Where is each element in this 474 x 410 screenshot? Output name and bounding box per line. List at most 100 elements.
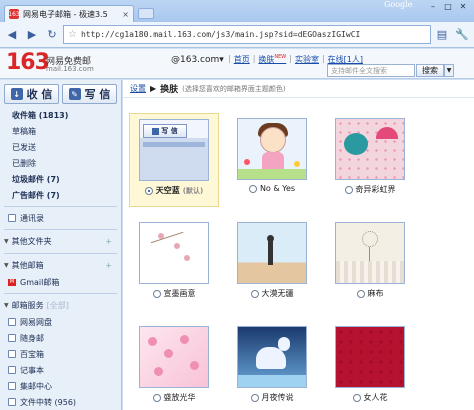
- skin-radio-row[interactable]: 月夜传说: [250, 392, 294, 403]
- compose-button[interactable]: ✎ 写 信: [62, 84, 117, 104]
- folder-drafts[interactable]: 草稿箱: [0, 123, 121, 139]
- skin-option[interactable]: 女人花: [325, 321, 415, 410]
- skin-radio-row[interactable]: 大漠无疆: [250, 288, 294, 299]
- skin-option[interactable]: No & Yes: [227, 113, 317, 207]
- close-window-icon[interactable]: ✕: [456, 1, 470, 12]
- folder-deleted[interactable]: 已删除: [0, 155, 121, 171]
- skin-radio-row[interactable]: 女人花: [352, 392, 388, 403]
- tab-close-icon[interactable]: ×: [122, 10, 129, 19]
- service-stamps[interactable]: 集邮中心: [0, 378, 121, 394]
- link-skin[interactable]: 换肤NEW: [258, 54, 286, 65]
- window-controls: – □ ✕: [426, 1, 470, 12]
- folder-spam[interactable]: 垃圾邮件 (7): [0, 171, 121, 187]
- skin-option[interactable]: 盛放光华: [129, 321, 219, 410]
- new-tab-button[interactable]: [138, 8, 154, 19]
- search-button[interactable]: 搜索: [416, 64, 444, 77]
- skin-radio[interactable]: [356, 289, 365, 298]
- skin-radio[interactable]: [250, 289, 259, 298]
- address-bar[interactable]: ☆ http://cg1a180.mail.163.com/js3/main.j…: [63, 25, 431, 44]
- browser-tab[interactable]: 163 网易电子邮箱 - 极速3.5 ×: [4, 5, 134, 22]
- collapse-icon[interactable]: ▼: [4, 262, 9, 269]
- skin-radio[interactable]: [250, 393, 259, 402]
- service-netdisk[interactable]: 网易网盘: [0, 314, 121, 330]
- skin-thumbnail[interactable]: [335, 118, 405, 180]
- art-figure: [268, 239, 273, 265]
- skin-radio[interactable]: [152, 289, 161, 298]
- service-treasure[interactable]: 百宝箱: [0, 346, 121, 362]
- skin-radio-row[interactable]: 盛放光华: [152, 392, 196, 403]
- maximize-icon[interactable]: □: [441, 1, 455, 12]
- browser-titlebar: 163 网易电子邮箱 - 极速3.5 × Google – □ ✕: [0, 0, 474, 22]
- skin-thumbnail[interactable]: 写 信: [139, 119, 209, 181]
- address-url[interactable]: http://cg1a180.mail.163.com/js3/main.jsp…: [81, 30, 426, 39]
- link-lab[interactable]: 实验室: [295, 54, 319, 65]
- skin-radio[interactable]: [144, 186, 153, 195]
- skin-grid: 写 信 天空蓝 (默认) No & Yes 奇异彩虹界 宣墨画意 大漠无疆 麻布…: [129, 113, 464, 410]
- service-notes[interactable]: 记事本: [0, 362, 121, 378]
- gmail-icon: M: [8, 278, 16, 286]
- forward-icon[interactable]: ▶: [23, 26, 41, 44]
- add-folder-icon[interactable]: +: [105, 237, 115, 246]
- folder-ads[interactable]: 广告邮件 (7): [0, 187, 121, 203]
- folder-inbox[interactable]: 收件箱 (1813): [0, 107, 121, 123]
- breadcrumb-settings[interactable]: 设置: [130, 83, 146, 94]
- skin-option[interactable]: 麻布: [325, 217, 415, 311]
- skin-radio-row[interactable]: 宣墨画意: [152, 288, 196, 299]
- tools-menu-icon[interactable]: 🔧: [453, 26, 471, 44]
- service-transfer[interactable]: 文件中转 (956): [0, 394, 121, 410]
- search-input[interactable]: 支持邮件全文搜索: [327, 64, 415, 77]
- services-all-link[interactable]: [全部]: [47, 300, 115, 311]
- skin-radio[interactable]: [344, 185, 353, 194]
- skin-thumbnail[interactable]: [335, 326, 405, 388]
- link-skin-label[interactable]: 换肤: [258, 55, 274, 64]
- skin-radio-row[interactable]: 奇异彩虹界: [344, 184, 396, 195]
- divider: [4, 229, 117, 230]
- skin-option[interactable]: 宣墨画意: [129, 217, 219, 311]
- skin-thumbnail[interactable]: [237, 222, 307, 284]
- tab-title: 网易电子邮箱 - 极速3.5: [23, 9, 108, 19]
- skin-radio-row[interactable]: 天空蓝 (默认): [144, 185, 203, 196]
- search-options-icon[interactable]: ▼: [444, 64, 454, 77]
- art-dandelion: [362, 231, 378, 247]
- collapse-icon[interactable]: ▼: [4, 302, 9, 309]
- art-blossom: [164, 349, 173, 358]
- skin-option[interactable]: 大漠无疆: [227, 217, 317, 311]
- skin-option[interactable]: 写 信 天空蓝 (默认): [129, 113, 219, 207]
- skin-thumbnail[interactable]: [237, 326, 307, 388]
- add-mailbox-icon[interactable]: +: [105, 261, 115, 270]
- back-icon[interactable]: ◀: [3, 26, 21, 44]
- skin-radio[interactable]: [352, 393, 361, 402]
- breadcrumb: 设置 ▶ 换肤 (选择您喜欢的邮箱界面主题颜色): [123, 80, 474, 98]
- service-mobile[interactable]: 随身邮: [0, 330, 121, 346]
- minimize-icon[interactable]: –: [426, 1, 440, 12]
- contacts-link[interactable]: 通讯录: [0, 210, 121, 226]
- art-pattern: [336, 327, 404, 387]
- page-menu-icon[interactable]: ▤: [433, 26, 451, 44]
- skin-thumbnail[interactable]: [139, 222, 209, 284]
- receive-button[interactable]: ↓ 收 信: [4, 84, 59, 104]
- skin-radio-row[interactable]: No & Yes: [248, 184, 295, 193]
- skin-option[interactable]: 奇异彩虹界: [325, 113, 415, 207]
- section-services[interactable]: ▼ 邮箱服务 [全部]: [0, 297, 121, 314]
- preview-label: 写 信: [161, 127, 178, 135]
- link-home[interactable]: 首页: [234, 54, 250, 65]
- skin-thumbnail[interactable]: [139, 326, 209, 388]
- skin-radio[interactable]: [152, 393, 161, 402]
- gmail-link[interactable]: M Gmail邮箱: [0, 274, 121, 290]
- section-other-mail[interactable]: ▼ 其他邮箱 +: [0, 257, 121, 274]
- mail-logo[interactable]: 163: [6, 52, 50, 74]
- collapse-icon[interactable]: ▼: [4, 238, 9, 245]
- skin-thumbnail[interactable]: [237, 118, 307, 180]
- art-blossom: [180, 335, 189, 344]
- section-other-folders[interactable]: ▼ 其他文件夹 +: [0, 233, 121, 250]
- treasure-box-icon: [8, 350, 16, 358]
- account-dropdown[interactable]: @163.com▾: [171, 55, 224, 65]
- folder-sent[interactable]: 已发送: [0, 139, 121, 155]
- skin-radio[interactable]: [248, 184, 257, 193]
- skin-radio-row[interactable]: 麻布: [356, 288, 384, 299]
- skin-option[interactable]: 月夜传说: [227, 321, 317, 410]
- bookmark-star-icon[interactable]: ☆: [68, 29, 77, 40]
- service-label: 网易网盘: [20, 317, 52, 327]
- reload-icon[interactable]: ↻: [43, 26, 61, 44]
- skin-thumbnail[interactable]: [335, 222, 405, 284]
